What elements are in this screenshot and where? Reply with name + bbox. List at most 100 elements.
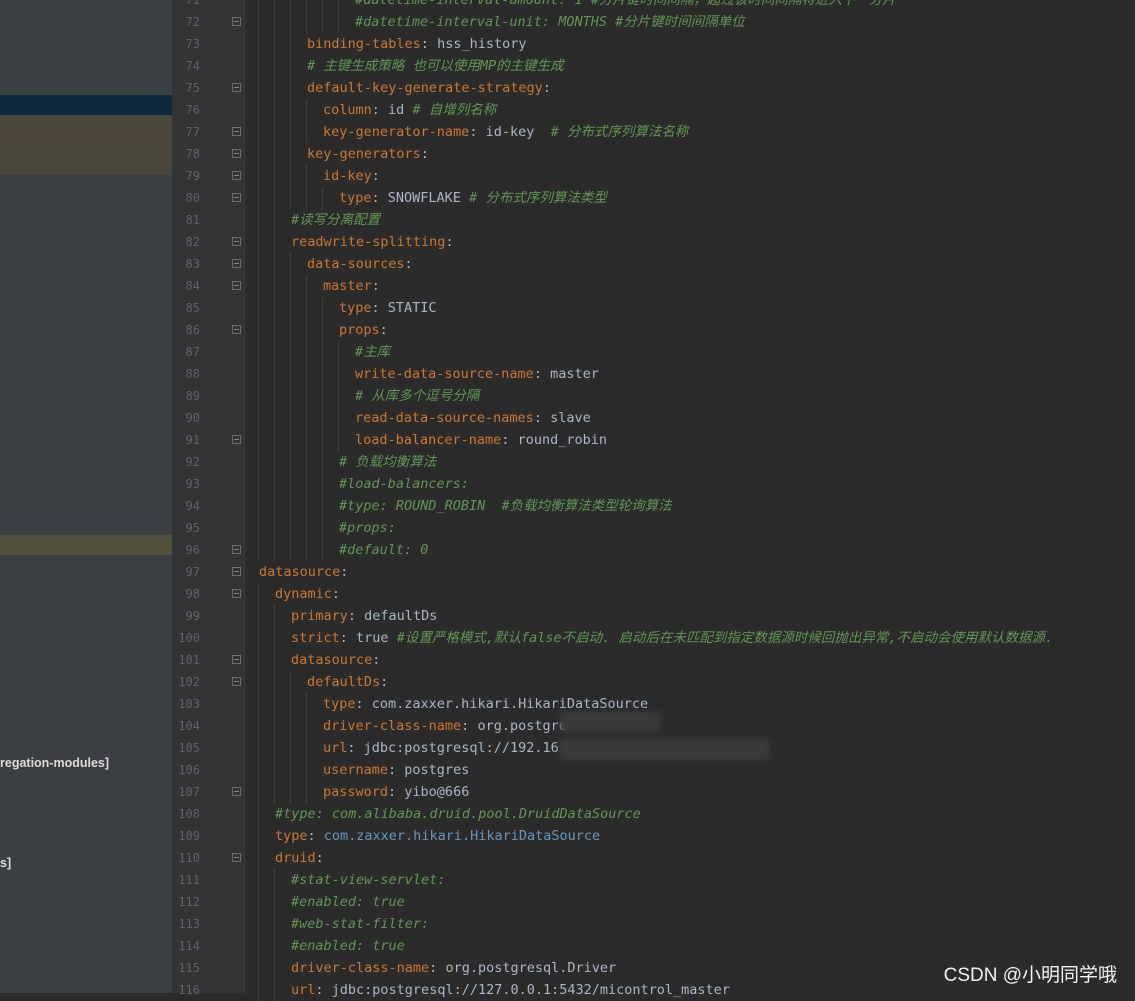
fold-end-icon[interactable]	[232, 545, 241, 554]
fold-expand-icon[interactable]	[232, 325, 241, 334]
yaml-comment: #props:	[339, 520, 396, 536]
fold-end-icon[interactable]	[232, 787, 241, 796]
code-line[interactable]: 86 props:	[0, 319, 1135, 341]
indent-guide	[274, 77, 275, 99]
fold-expand-icon[interactable]	[232, 83, 241, 92]
code-text: # 负载均衡算法	[339, 451, 436, 473]
code-line[interactable]: 108 #type: com.alibaba.druid.pool.DruidDa…	[0, 803, 1135, 825]
fold-expand-icon[interactable]	[232, 567, 241, 576]
fold-expand-icon[interactable]	[232, 171, 241, 180]
yaml-key: password	[323, 784, 389, 800]
code-line[interactable]: 84 master:	[0, 275, 1135, 297]
code-line[interactable]: 79 id-key:	[0, 165, 1135, 187]
code-line[interactable]: 92 # 负载均衡算法	[0, 451, 1135, 473]
code-line[interactable]: 78 key-generators:	[0, 143, 1135, 165]
code-line[interactable]: 72 #datetime-interval-unit: MONTHS #分片键时间…	[0, 11, 1135, 33]
yaml-comment: #type: ROUND_ROBIN #负载均衡算法类型轮询算法	[339, 498, 672, 514]
code-line[interactable]: 96 #default: 0	[0, 539, 1135, 561]
line-number: 88	[185, 367, 200, 381]
fold-expand-icon[interactable]	[232, 853, 241, 862]
code-text: id-key:	[323, 165, 380, 187]
code-text: strict: true #设置严格模式,默认false不启动. 启动后在未匹配…	[291, 627, 1053, 649]
yaml-comment: #主库	[355, 344, 391, 360]
indent-guide	[258, 385, 259, 407]
code-line[interactable]: 76 column: id # 自增列名称	[0, 99, 1135, 121]
code-line[interactable]: 100 strict: true #设置严格模式,默认false不启动. 启动后在…	[0, 627, 1135, 649]
fold-expand-icon[interactable]	[232, 237, 241, 246]
code-line[interactable]: 81 #读写分离配置	[0, 209, 1135, 231]
yaml-comment: #datetime-interval-unit: MONTHS #分片键时间间隔…	[355, 14, 745, 30]
code-line[interactable]: 91 load-balancer-name: round_robin	[0, 429, 1135, 451]
code-line[interactable]: 87 #主库	[0, 341, 1135, 363]
indent-guide	[306, 121, 307, 143]
code-text: #enabled: true	[291, 891, 405, 913]
code-line[interactable]: 99 primary: defaultDs	[0, 605, 1135, 627]
indent-guide	[274, 385, 275, 407]
code-line[interactable]: 94 #type: ROUND_ROBIN #负载均衡算法类型轮询算法	[0, 495, 1135, 517]
yaml-key: defaultDs	[307, 674, 381, 690]
yaml-comment: # 负载均衡算法	[339, 454, 437, 470]
fold-end-icon[interactable]	[232, 127, 241, 136]
code-text: #default: 0	[339, 539, 428, 561]
code-line[interactable]: 101 datasource:	[0, 649, 1135, 671]
code-line[interactable]: 71 #datetime-interval-amount: 1 #分片键时间间隔，…	[0, 0, 1135, 11]
fold-end-icon[interactable]	[232, 435, 241, 444]
line-number: 98	[185, 587, 200, 601]
code-line[interactable]: 102 defaultDs:	[0, 671, 1135, 693]
indent-guide	[258, 913, 259, 935]
indent-guide	[274, 649, 275, 671]
code-line[interactable]: 98 dynamic:	[0, 583, 1135, 605]
code-line[interactable]: 88 write-data-source-name: master	[0, 363, 1135, 385]
line-number: 105	[178, 741, 200, 755]
line-number: 106	[178, 763, 200, 777]
indent-guide	[258, 759, 259, 781]
fold-expand-icon[interactable]	[232, 259, 241, 268]
fold-expand-icon[interactable]	[232, 281, 241, 290]
code-line[interactable]: 73 binding-tables: hss_history	[0, 33, 1135, 55]
code-line[interactable]: 112 #enabled: true	[0, 891, 1135, 913]
indent-guide	[258, 407, 259, 429]
code-line[interactable]: 77 key-generator-name: id-key # 分布式序列算法名称	[0, 121, 1135, 143]
indent-guide	[258, 209, 259, 231]
indent-guide	[306, 319, 307, 341]
line-number: 72	[185, 15, 200, 29]
code-line[interactable]: 82 readwrite-splitting:	[0, 231, 1135, 253]
indent-guide	[290, 473, 291, 495]
code-line[interactable]: 75 default-key-generate-strategy:	[0, 77, 1135, 99]
code-line[interactable]: 95 #props:	[0, 517, 1135, 539]
fold-expand-icon[interactable]	[232, 655, 241, 664]
fold-end-icon[interactable]	[232, 17, 241, 26]
indent-guide	[258, 77, 259, 99]
code-line[interactable]: 110 druid:	[0, 847, 1135, 869]
line-number: 97	[185, 565, 200, 579]
code-line[interactable]: 90 read-data-source-names: slave	[0, 407, 1135, 429]
fold-end-icon[interactable]	[232, 193, 241, 202]
indent-guide	[290, 33, 291, 55]
yaml-key: props	[339, 322, 380, 338]
line-number: 71	[185, 0, 200, 7]
fold-expand-icon[interactable]	[232, 149, 241, 158]
fold-expand-icon[interactable]	[232, 677, 241, 686]
code-line[interactable]: 109 type: com.zaxxer.hikari.HikariDataSou…	[0, 825, 1135, 847]
code-line[interactable]: 114 #enabled: true	[0, 935, 1135, 957]
code-line[interactable]: 93 #load-balancers:	[0, 473, 1135, 495]
code-line[interactable]: 111 #stat-view-servlet:	[0, 869, 1135, 891]
indent-guide	[274, 495, 275, 517]
yaml-comment: #default: 0	[339, 542, 429, 558]
code-text: #datetime-interval-amount: 1 #分片键时间间隔，超过…	[355, 0, 896, 11]
code-line[interactable]: 97 datasource:	[0, 561, 1135, 583]
code-line[interactable]: 80 type: SNOWFLAKE # 分布式序列算法类型	[0, 187, 1135, 209]
fold-expand-icon[interactable]	[232, 589, 241, 598]
code-line[interactable]: 106 username: postgres	[0, 759, 1135, 781]
indent-guide	[258, 319, 259, 341]
indent-guide	[290, 781, 291, 803]
code-line[interactable]: 107 password: yibo@666	[0, 781, 1135, 803]
indent-guide	[274, 517, 275, 539]
code-line[interactable]: 85 type: STATIC	[0, 297, 1135, 319]
yaml-punct: :	[371, 168, 380, 184]
code-line[interactable]: 74 # 主键生成策略 也可以使用MP的主键生成	[0, 55, 1135, 77]
code-line[interactable]: 113 #web-stat-filter:	[0, 913, 1135, 935]
code-line[interactable]: 83 data-sources:	[0, 253, 1135, 275]
code-line[interactable]: 89 # 从库多个逗号分隔	[0, 385, 1135, 407]
indent-guide	[258, 583, 259, 605]
